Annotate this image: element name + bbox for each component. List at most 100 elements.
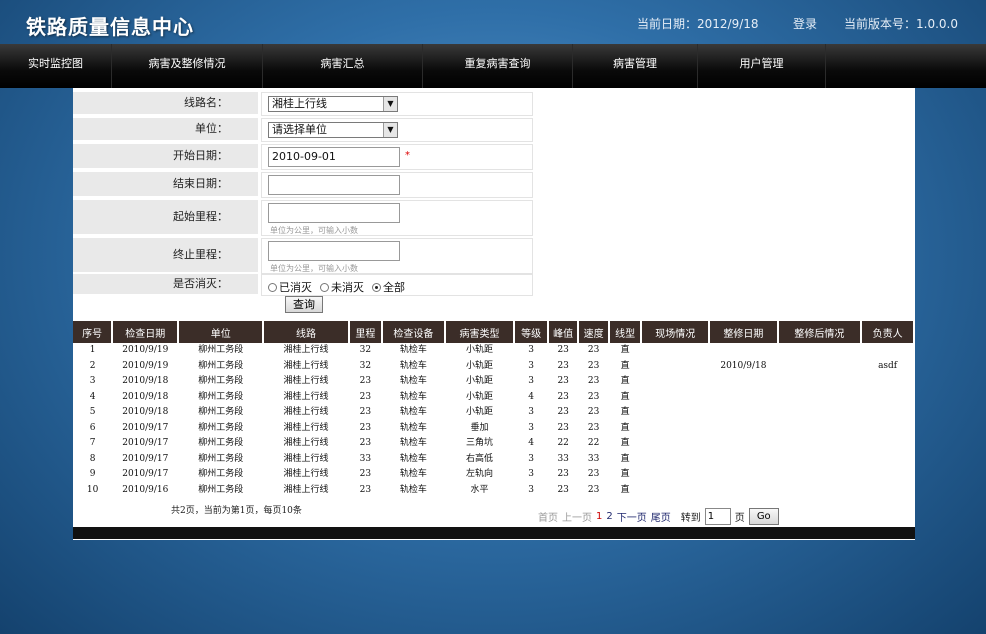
nav-item-defects-repair[interactable]: 病害及整修情况	[112, 44, 263, 88]
radio-eliminated[interactable]: 已消灭	[268, 279, 312, 295]
start-date-cell: 2010-09-01 *	[261, 144, 533, 170]
table-cell: 小轨距	[465, 345, 493, 356]
table-cell: 直	[620, 453, 630, 464]
table-cell	[778, 436, 862, 452]
table-cell: 3	[528, 407, 535, 418]
col-header: 线型	[609, 321, 643, 343]
table-cell: 湘桂上行线	[283, 407, 329, 418]
table-cell: 湘桂上行线	[283, 391, 329, 402]
pager-go-button[interactable]: Go	[748, 508, 779, 525]
line-select-value: 湘桂上行线	[272, 97, 327, 110]
table-cell	[861, 467, 914, 483]
table-cell: 23	[587, 360, 600, 371]
table-cell	[861, 374, 914, 390]
table-cell: 23	[587, 422, 600, 433]
table-cell: 湘桂上行线	[283, 360, 329, 371]
form-row-line: 线路名： 湘桂上行线 ▼	[73, 92, 533, 116]
pager: 首页 上一页 1 2 下一页 尾页 转到 1 页 Go	[538, 508, 779, 525]
unit-select[interactable]: 请选择单位 ▼	[268, 122, 398, 138]
table-cell: 1	[89, 345, 96, 356]
table-cell: 直	[620, 407, 630, 418]
table-cell: 右高低	[465, 453, 493, 464]
table-cell: 湘桂上行线	[283, 345, 329, 356]
table-cell: 柳州工务段	[198, 360, 244, 371]
col-header: 速度	[578, 321, 611, 343]
table-cell	[709, 436, 777, 452]
table-cell: 直	[620, 469, 630, 480]
end-date-input[interactable]	[268, 175, 400, 195]
nav-item-defect-management[interactable]: 病害管理	[573, 44, 698, 88]
table-cell: 4	[89, 391, 96, 402]
eliminated-label: 是否消灭：	[73, 274, 258, 296]
table-cell: 3	[528, 345, 535, 356]
table-cell: 3	[528, 469, 535, 480]
table-cell: 轨检车	[399, 345, 427, 356]
table-cell: 32	[359, 345, 372, 356]
table-cell: 2010/9/18	[122, 391, 169, 402]
col-header: 等级	[514, 321, 550, 343]
table-cell: 垂加	[470, 422, 489, 433]
table-cell	[641, 467, 709, 483]
line-cell: 湘桂上行线 ▼	[261, 92, 533, 116]
start-date-input[interactable]: 2010-09-01	[268, 147, 400, 167]
table-cell: asdf	[878, 360, 898, 371]
login-link[interactable]: 登录	[793, 15, 817, 32]
table-cell: 直	[620, 376, 630, 387]
nav-item-defect-summary[interactable]: 病害汇总	[263, 44, 423, 88]
table-cell: 2010/9/17	[122, 453, 169, 464]
table-cell	[861, 343, 914, 359]
nav-item-realtime-monitor[interactable]: 实时监控图	[0, 44, 112, 88]
table-cell	[641, 436, 709, 452]
header: 铁路质量信息中心 当前日期：2012/9/18 登录 当前版本号：1.0.0.0	[0, 0, 986, 44]
table-cell: 3	[89, 376, 96, 387]
form-row-start-date: 开始日期： 2010-09-01 *	[73, 144, 533, 170]
table-cell: 3	[528, 422, 535, 433]
pager-page-2[interactable]: 2	[606, 511, 612, 522]
table-cell: 柳州工务段	[198, 453, 244, 464]
table-cell: 23	[359, 422, 372, 433]
table-cell: 23	[587, 484, 600, 495]
table-cell	[778, 359, 862, 375]
line-select[interactable]: 湘桂上行线 ▼	[268, 96, 398, 112]
nav-item-repeat-query[interactable]: 重复病害查询	[423, 44, 573, 88]
form-row-end-date: 结束日期：	[73, 172, 533, 198]
table-cell: 2010/9/17	[122, 422, 169, 433]
table-cell	[861, 436, 914, 452]
table-cell: 柳州工务段	[198, 376, 244, 387]
radio-not-eliminated[interactable]: 未消灭	[320, 279, 364, 295]
table-cell	[778, 405, 862, 421]
table-row: 3 2010/9/18 柳州工务段 湘桂上行线 23 轨检车 小轨距 3 23 23 直	[73, 374, 914, 390]
table-cell	[778, 421, 862, 437]
table-cell	[861, 452, 914, 468]
pager-last[interactable]: 尾页	[651, 509, 671, 524]
table-cell: 2010/9/17	[122, 469, 169, 480]
table-cell: 23	[359, 391, 372, 402]
table-cell: 轨检车	[399, 484, 427, 495]
table-cell: 23	[557, 345, 569, 356]
nav-item-user-management[interactable]: 用户管理	[698, 44, 826, 88]
table-cell	[709, 343, 777, 359]
pager-goto-input[interactable]: 1	[704, 508, 731, 525]
table-cell: 23	[359, 469, 372, 480]
table-cell: 小轨距	[465, 391, 493, 402]
end-km-input[interactable]	[268, 241, 400, 261]
col-header: 病害类型	[444, 321, 516, 343]
col-header: 负责人	[861, 321, 915, 343]
table-cell	[709, 421, 777, 437]
table-cell: 轨检车	[399, 438, 427, 449]
main-nav: 实时监控图 病害及整修情况 病害汇总 重复病害查询 病害管理 用户管理	[0, 44, 986, 88]
table-cell	[641, 374, 709, 390]
table-row: 2 2010/9/19 柳州工务段 湘桂上行线 32 轨检车 小轨距 3 23 23 直 2010/9…	[73, 359, 914, 375]
table-cell	[709, 467, 777, 483]
radio-all[interactable]: 全部	[372, 279, 405, 295]
table-cell	[641, 405, 709, 421]
pager-next[interactable]: 下一页	[617, 509, 647, 524]
table-cell: 轨检车	[399, 391, 427, 402]
table-cell: 柳州工务段	[198, 422, 244, 433]
table-cell: 23	[587, 391, 600, 402]
start-km-input[interactable]	[268, 203, 400, 223]
query-button[interactable]: 查询	[285, 296, 323, 313]
table-cell: 直	[620, 360, 630, 371]
table-cell: 柳州工务段	[198, 469, 244, 480]
table-cell	[861, 390, 914, 406]
